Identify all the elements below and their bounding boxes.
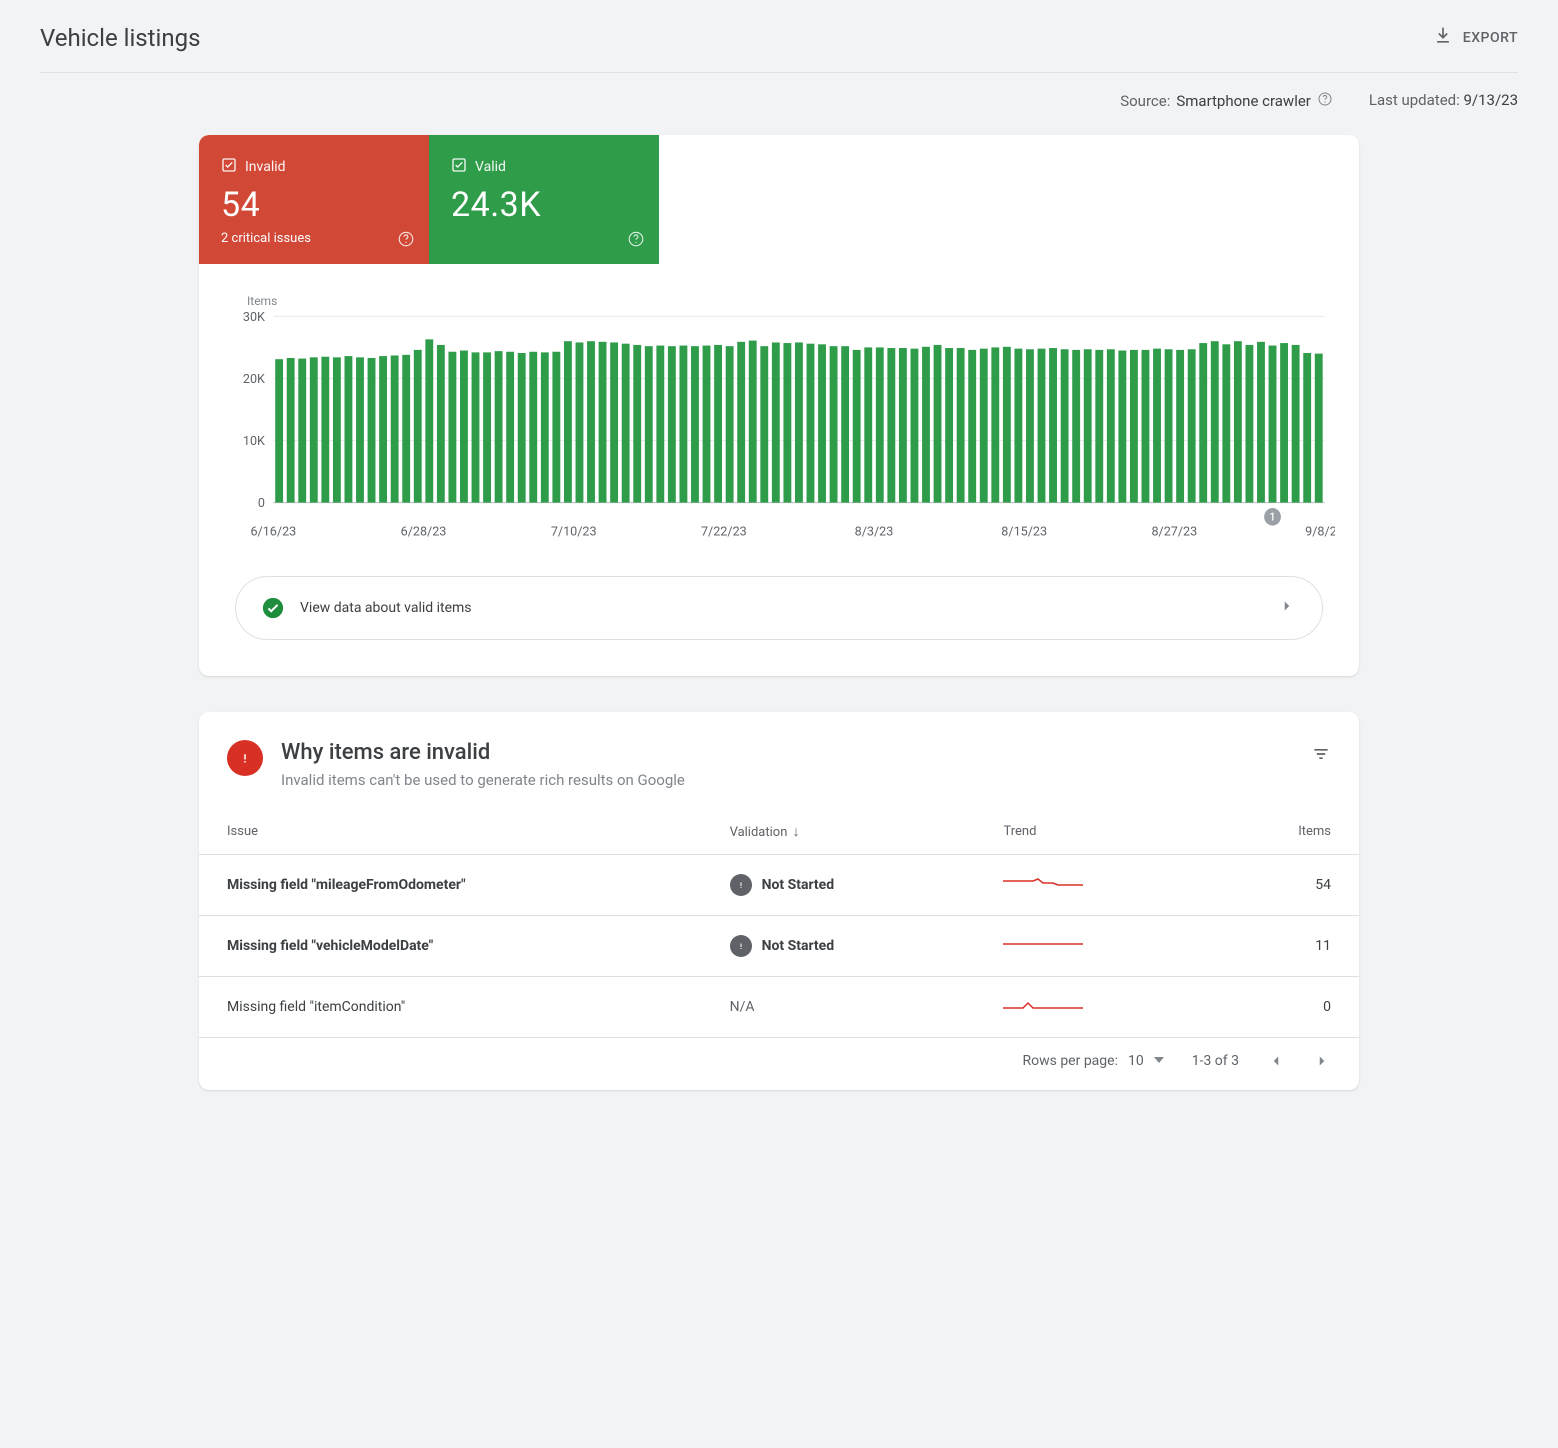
- issues-card: Why items are invalid Invalid items can'…: [199, 712, 1359, 1090]
- issue-name: Missing field "itemCondition": [199, 977, 702, 1038]
- checkbox-checked-icon: [451, 157, 467, 177]
- issue-validation: Not Started: [702, 855, 976, 916]
- check-circle-icon: [262, 597, 284, 619]
- col-items[interactable]: Items: [1207, 809, 1359, 855]
- pagination-range: 1-3 of 3: [1192, 1053, 1239, 1069]
- valid-count: 24.3K: [451, 185, 637, 225]
- issue-row[interactable]: Missing field "mileageFromOdometer"Not S…: [199, 855, 1359, 916]
- issue-name: Missing field "vehicleModelDate": [199, 916, 702, 977]
- col-issue[interactable]: Issue: [199, 809, 702, 855]
- error-icon: [227, 740, 263, 776]
- items-bar-chart: 0 10K 20K 30K 6/16/23 6/28/23 7/10/23 7/22/23 8/…: [223, 312, 1335, 542]
- issues-title: Why items are invalid: [281, 740, 685, 765]
- not-started-icon: [730, 874, 752, 896]
- overview-card: Invalid 54 2 critical issues Valid 24.3K: [199, 135, 1359, 676]
- chart-y-axis-title: Items: [223, 294, 1335, 308]
- invalid-count: 54: [221, 185, 407, 225]
- issue-validation: N/A: [702, 977, 976, 1038]
- svg-text:9/8/23: 9/8/23: [1305, 524, 1335, 539]
- help-icon[interactable]: [627, 230, 645, 252]
- svg-text:20K: 20K: [243, 372, 266, 387]
- issue-trend-sparkline: [975, 855, 1207, 916]
- issue-row[interactable]: Missing field "vehicleModelDate"Not Star…: [199, 916, 1359, 977]
- help-icon[interactable]: [1317, 91, 1333, 111]
- sort-desc-icon: ↓: [793, 824, 800, 840]
- svg-text:7/10/23: 7/10/23: [551, 524, 597, 539]
- export-button[interactable]: EXPORT: [1433, 26, 1518, 50]
- issue-item-count: 11: [1207, 916, 1359, 977]
- dropdown-triangle-icon: [1154, 1053, 1164, 1069]
- invalid-note: 2 critical issues: [221, 231, 407, 246]
- issue-trend-sparkline: [975, 916, 1207, 977]
- next-page-button[interactable]: [1313, 1052, 1331, 1070]
- svg-text:6/28/23: 6/28/23: [401, 524, 447, 539]
- issues-subtitle: Invalid items can't be used to generate …: [281, 771, 685, 789]
- invalid-tab[interactable]: Invalid 54 2 critical issues: [199, 135, 429, 264]
- issue-item-count: 54: [1207, 855, 1359, 916]
- issue-row[interactable]: Missing field "itemCondition"N/A 0: [199, 977, 1359, 1038]
- svg-text:30K: 30K: [243, 312, 266, 325]
- col-validation[interactable]: Validation ↓: [702, 809, 976, 855]
- chevron-right-icon: [1278, 597, 1296, 619]
- valid-tab[interactable]: Valid 24.3K: [429, 135, 659, 264]
- svg-text:8/3/23: 8/3/23: [855, 524, 894, 539]
- rows-per-page-select[interactable]: Rows per page: 10: [1022, 1053, 1163, 1069]
- issue-validation: Not Started: [702, 916, 976, 977]
- svg-text:0: 0: [258, 496, 265, 511]
- svg-text:8/15/23: 8/15/23: [1001, 524, 1047, 539]
- prev-page-button[interactable]: [1267, 1052, 1285, 1070]
- issue-item-count: 0: [1207, 977, 1359, 1038]
- not-started-icon: [730, 935, 752, 957]
- page-title: Vehicle listings: [40, 24, 201, 52]
- download-icon: [1433, 26, 1453, 50]
- svg-text:7/22/23: 7/22/23: [701, 524, 747, 539]
- checkbox-checked-icon: [221, 157, 237, 177]
- view-valid-items-link[interactable]: View data about valid items: [235, 576, 1323, 640]
- issue-trend-sparkline: [975, 977, 1207, 1038]
- filter-button[interactable]: [1311, 740, 1331, 768]
- issue-name: Missing field "mileageFromOdometer": [199, 855, 702, 916]
- issues-table: Issue Validation ↓ Trend Items Missing f…: [199, 809, 1359, 1038]
- source-meta: Source: Smartphone crawler: [1120, 91, 1333, 111]
- svg-text:6/16/23: 6/16/23: [250, 524, 296, 539]
- svg-text:8/27/23: 8/27/23: [1151, 524, 1197, 539]
- help-icon[interactable]: [397, 230, 415, 252]
- svg-text:1: 1: [1270, 510, 1276, 523]
- col-trend[interactable]: Trend: [975, 809, 1207, 855]
- svg-text:10K: 10K: [243, 434, 266, 449]
- last-updated-meta: Last updated: 9/13/23: [1369, 91, 1518, 111]
